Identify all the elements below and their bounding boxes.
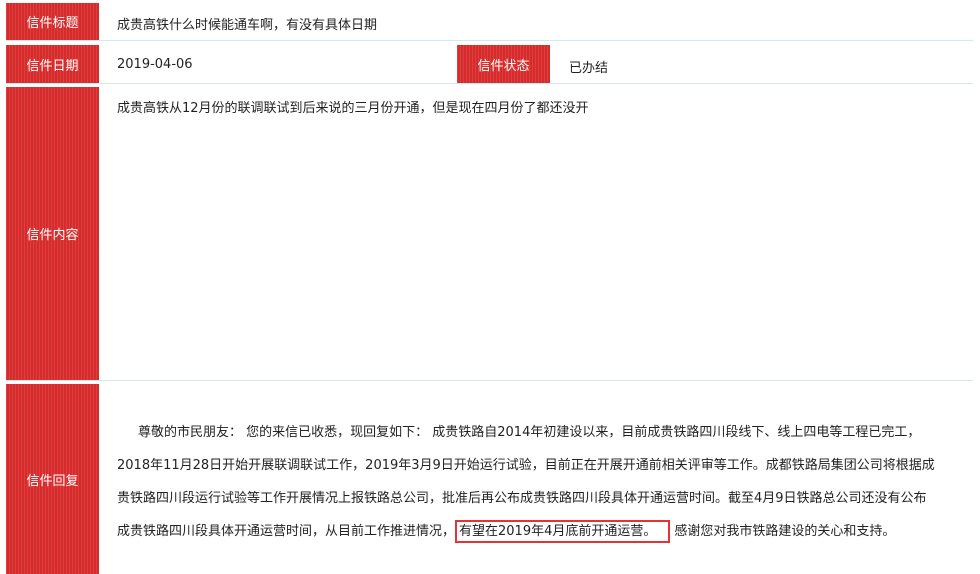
content-value: 成贵高铁从12月份的联调联试到后来说的三月份开通，但是现在四月份了都还没开 bbox=[117, 101, 589, 116]
reply-last-before: 成贵铁路四川段具体开通运营时间，从目前工作推进情况， bbox=[117, 524, 456, 539]
reply-line: 尊敬的市民朋友： 您的来信已收悉，现回复如下： 成贵铁路自2014年初建设以来，… bbox=[138, 425, 921, 440]
title-label: 信件标题 bbox=[6, 3, 99, 40]
status-label: 信件状态 bbox=[457, 45, 550, 83]
content-row: 信件内容 成贵高铁从12月份的联调联试到后来说的三月份开通，但是现在四月份了都还… bbox=[6, 87, 973, 381]
reply-highlight: 有望在2019年4月底前开通运营。 bbox=[455, 520, 671, 543]
reply-line: 2018年11月28日开始开展联调联试工作，2019年3月9日开始运行试验，目前… bbox=[117, 458, 935, 473]
reply-line: 成贵铁路四川段具体开通运营时间，从目前工作推进情况， 有望在2019年4月底前开通… bbox=[117, 520, 967, 553]
status-value: 已办结 bbox=[569, 61, 609, 76]
title-row: 信件标题 成贵高铁什么时候能通车啊，有没有具体日期 bbox=[6, 3, 973, 41]
reply-row: 信件回复 尊敬的市民朋友： 您的来信已收悉，现回复如下： 成贵铁路自2014年初… bbox=[6, 384, 973, 574]
reply-text: 尊敬的市民朋友： 您的来信已收悉，现回复如下： 成贵铁路自2014年初建设以来，… bbox=[117, 421, 967, 553]
letter-sheet: 信件标题 成贵高铁什么时候能通车啊，有没有具体日期 信件日期 2019-04-0… bbox=[0, 0, 980, 574]
reply-label: 信件回复 bbox=[6, 384, 99, 574]
reply-last-after: 感谢您对我市铁路建设的关心和支持。 bbox=[674, 524, 896, 539]
content-label: 信件内容 bbox=[6, 87, 99, 380]
date-status-row: 信件日期 2019-04-06 信件状态 已办结 bbox=[6, 45, 973, 84]
reply-line: 贵铁路四川段运行试验等工作开展情况上报铁路总公司，批准后再公布成贵铁路四川段具体… bbox=[117, 491, 927, 506]
date-label: 信件日期 bbox=[6, 45, 99, 83]
title-value: 成贵高铁什么时候能通车啊，有没有具体日期 bbox=[117, 18, 378, 33]
date-value: 2019-04-06 bbox=[117, 57, 193, 72]
